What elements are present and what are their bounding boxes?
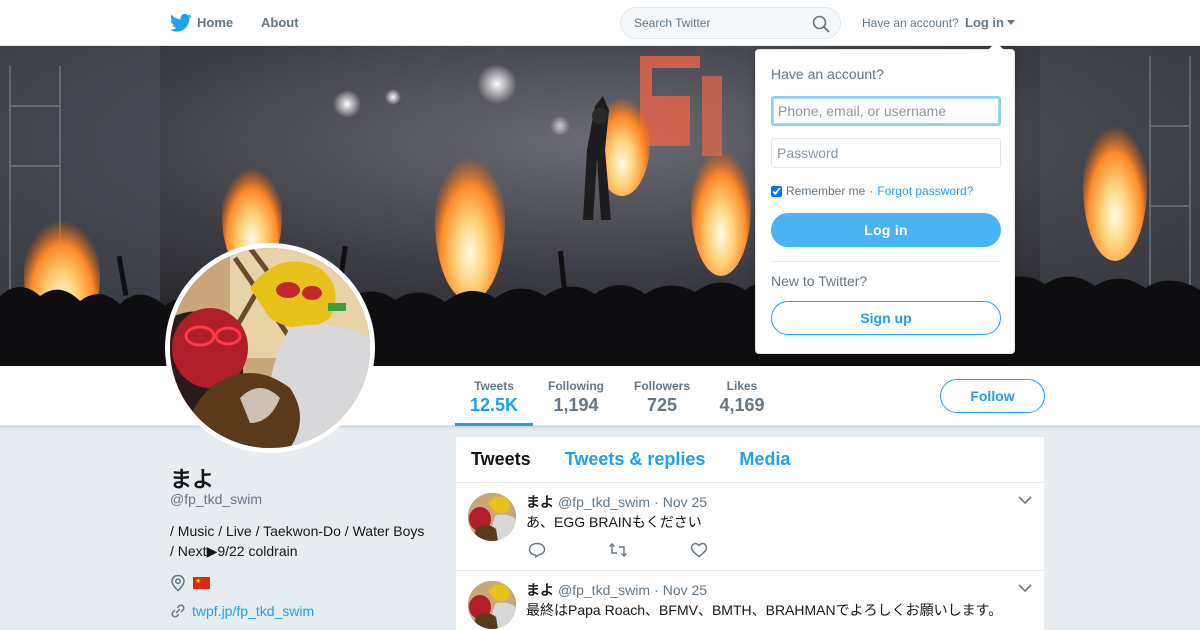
tweet-author-name[interactable]: まよ (526, 492, 554, 512)
login-dropdown: Have an account? Remember me · Forgot pa… (755, 42, 1015, 354)
tweet[interactable]: まよ @fp_tkd_swim · Nov 25 最終はPapa Roach、B… (456, 571, 1044, 630)
stat-followers-value: 725 (646, 395, 678, 415)
stat-following[interactable]: Following 1,194 (540, 366, 612, 426)
stat-tweets-value: 12.5K (469, 395, 519, 415)
bio-line-2: / Next▶9/22 coldrain (170, 543, 298, 559)
tweet-avatar[interactable] (468, 581, 516, 629)
remember-separator: · (869, 184, 874, 198)
stat-tweets-label: Tweets (474, 379, 514, 393)
stat-tweets[interactable]: Tweets 12.5K (455, 366, 533, 426)
tweet-timestamp[interactable]: Nov 25 (663, 494, 707, 510)
search-icon[interactable] (812, 15, 830, 33)
tweet-author-name[interactable]: まよ (526, 580, 554, 600)
search-input[interactable] (634, 16, 804, 30)
caret-down-icon (1007, 20, 1015, 25)
tweet-text: 最終はPapa Roach、BFMV、BMTH、BRAHMANでよろしくお願いし… (526, 602, 1003, 618)
tweet[interactable]: まよ @fp_tkd_swim · Nov 25 あ、EGG BRAINもくださ… (456, 483, 1044, 571)
tab-tweets[interactable]: Tweets (471, 449, 531, 470)
like-heart-icon[interactable] (690, 542, 708, 558)
tab-tweets-replies[interactable]: Tweets & replies (565, 449, 706, 470)
top-navigation-bar: Home About Have an account? Log in (0, 0, 1200, 46)
tweet-avatar-photo (468, 581, 516, 629)
location-pin-icon (171, 574, 185, 592)
dropdown-pointer (988, 42, 1004, 50)
remember-me-checkbox[interactable] (771, 185, 782, 197)
tweet-author-handle[interactable]: @fp_tkd_swim (558, 582, 650, 598)
stat-following-label: Following (548, 379, 604, 393)
tweet-separator: · (654, 494, 659, 510)
login-dropdown-toggle[interactable]: Log in (965, 15, 1015, 30)
tweet-header: まよ @fp_tkd_swim · Nov 25 (526, 580, 707, 600)
nav-home-label: Home (197, 15, 234, 30)
tweet-separator: · (654, 582, 659, 598)
location-flag: ★ (193, 577, 210, 589)
login-dropdown-title: Have an account? (771, 66, 884, 82)
username-field[interactable] (771, 96, 1001, 126)
tweet-author-handle[interactable]: @fp_tkd_swim (558, 494, 650, 510)
forgot-password-link[interactable]: Forgot password? (877, 184, 973, 198)
chevron-down-icon[interactable] (1018, 583, 1032, 593)
stat-likes-label: Likes (726, 379, 758, 393)
link-icon (171, 604, 185, 618)
tweet-avatar-photo (468, 493, 516, 541)
tweet-actions (528, 542, 708, 558)
signup-button[interactable]: Sign up (771, 301, 1001, 335)
bio-line-1: / Music / Live / Taekwon-Do / Water Boys (170, 523, 425, 539)
stat-followers-label: Followers (633, 379, 690, 393)
nav-home-link[interactable]: Home (170, 15, 233, 30)
have-account-text: Have an account? (862, 16, 959, 30)
tweet-text: あ、EGG BRAINもください (526, 514, 702, 530)
timeline-tabs: Tweets Tweets & replies Media (456, 437, 1044, 483)
stat-likes-value: 4,169 (719, 395, 765, 415)
profile-handle[interactable]: @fp_tkd_swim (170, 491, 262, 507)
remember-me-label[interactable]: Remember me (786, 184, 865, 198)
profile-name[interactable]: まよ (170, 462, 214, 494)
profile-url: twpf.jp/fp_tkd_swim (170, 603, 314, 619)
reply-icon[interactable] (528, 542, 546, 558)
remember-me-row: Remember me · Forgot password? (771, 184, 973, 198)
nav-about-link[interactable]: About (261, 15, 299, 30)
stat-likes[interactable]: Likes 4,169 (712, 366, 772, 426)
retweet-icon[interactable] (608, 542, 628, 558)
profile-url-link[interactable]: twpf.jp/fp_tkd_swim (192, 603, 314, 619)
login-button[interactable]: Log in (771, 213, 1001, 247)
profile-location: ★ (170, 574, 210, 592)
follow-button[interactable]: Follow (940, 379, 1045, 413)
tweet-timestamp[interactable]: Nov 25 (663, 582, 707, 598)
stat-following-value: 1,194 (553, 395, 599, 415)
dropdown-divider (771, 261, 1001, 262)
login-link-label: Log in (965, 15, 1004, 30)
tweet-avatar[interactable] (468, 493, 516, 541)
search-box[interactable] (620, 7, 841, 39)
profile-bio: / Music / Live / Taekwon-Do / Water Boys… (170, 521, 440, 561)
avatar-photo (170, 248, 370, 448)
chevron-down-icon[interactable] (1018, 495, 1032, 505)
password-field[interactable] (771, 138, 1001, 168)
tab-media[interactable]: Media (739, 449, 790, 470)
tweet-header: まよ @fp_tkd_swim · Nov 25 (526, 492, 707, 512)
profile-avatar[interactable] (165, 243, 375, 453)
timeline: Tweets Tweets & replies Media まよ @fp_tkd… (456, 437, 1044, 630)
stat-followers[interactable]: Followers 725 (626, 366, 698, 426)
new-to-twitter-text: New to Twitter? (771, 273, 868, 289)
